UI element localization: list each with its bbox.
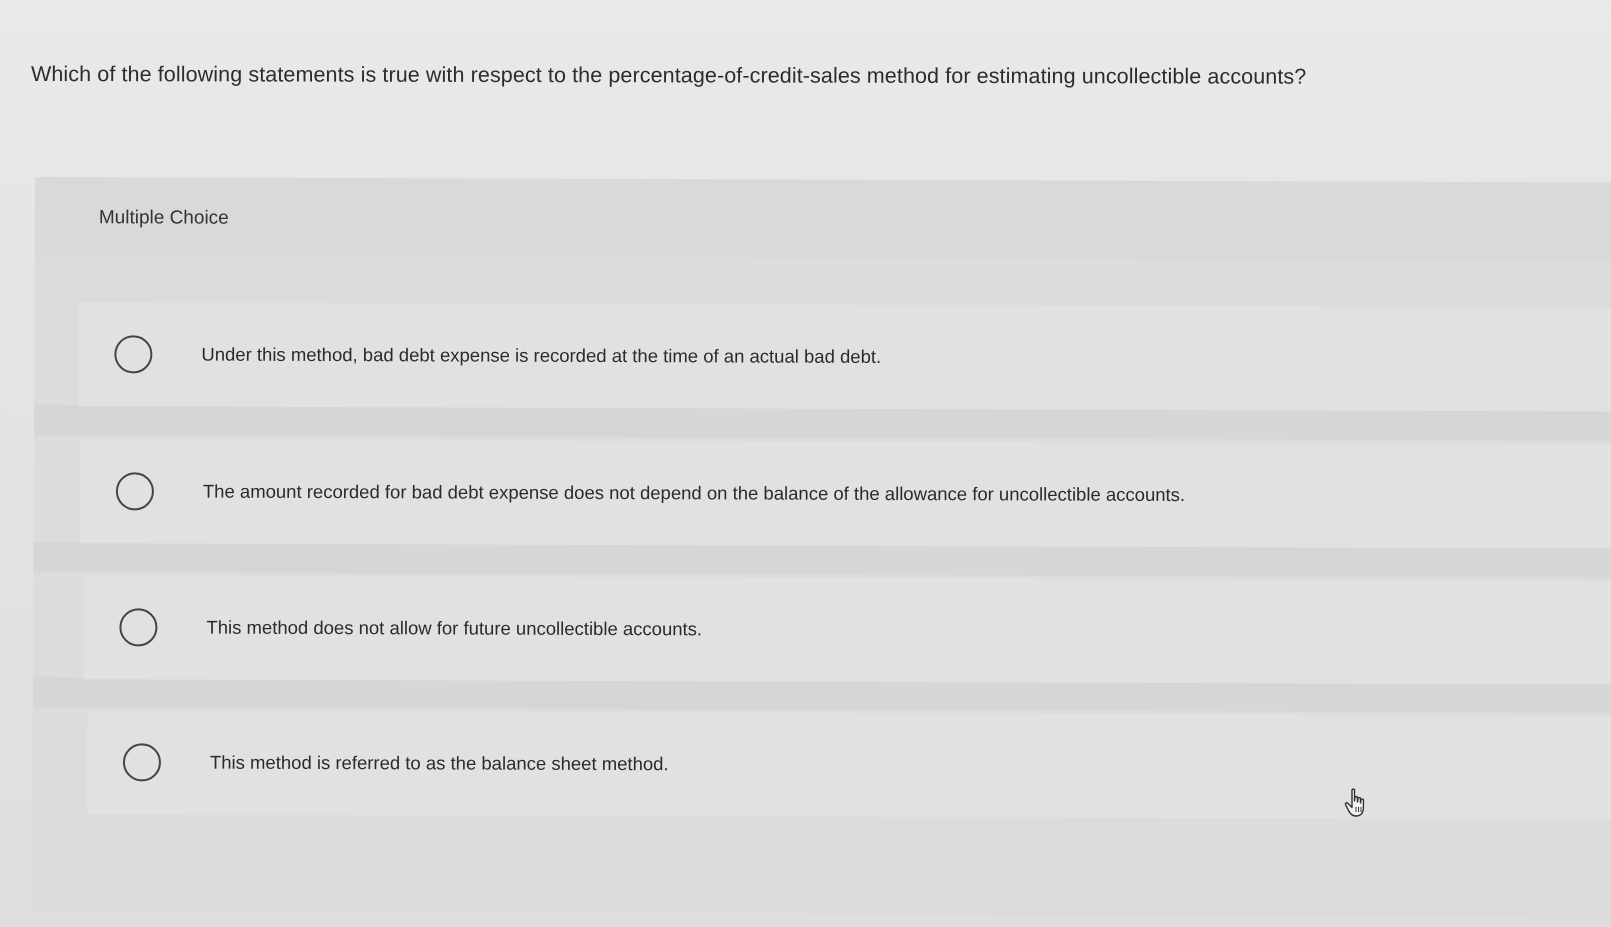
hand-pointer-icon	[1344, 788, 1365, 817]
answer-option-text: Under this method, bad debt expense is r…	[201, 343, 882, 367]
answer-option-1[interactable]: Under this method, bad debt expense is r…	[78, 302, 1611, 412]
question-text: Which of the following statements is tru…	[30, 62, 1307, 89]
answer-option-3[interactable]: This method does not allow for future un…	[83, 575, 1611, 685]
radio-button-3[interactable]	[119, 608, 158, 647]
answer-option-text: The amount recorded for bad debt expense…	[202, 480, 1186, 506]
multiple-choice-header: Multiple Choice	[34, 177, 1611, 261]
radio-button-4[interactable]	[122, 743, 162, 782]
radio-button-1[interactable]	[114, 335, 153, 374]
answer-option-2[interactable]: The amount recorded for bad debt expense…	[79, 439, 1611, 549]
radio-button-2[interactable]	[115, 472, 154, 511]
answer-option-text: This method is referred to as the balanc…	[209, 751, 669, 775]
multiple-choice-panel: Multiple Choice Under this method, bad d…	[32, 177, 1611, 918]
multiple-choice-label: Multiple Choice	[98, 207, 229, 229]
answer-option-4[interactable]: This method is referred to as the balanc…	[86, 710, 1611, 820]
answer-option-text: This method does not allow for future un…	[206, 616, 703, 640]
